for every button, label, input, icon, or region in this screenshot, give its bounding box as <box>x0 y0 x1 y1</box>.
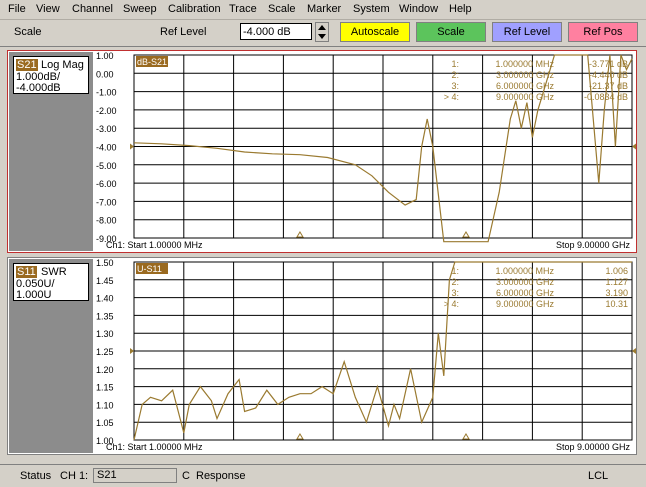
y-tick-label: 1.10 <box>96 400 114 410</box>
marker-id: 1: <box>451 59 459 69</box>
trace-info-box[interactable]: S21 Log Mag 1.000dB/ -4.000dB <box>13 56 89 94</box>
y-tick-label: 1.25 <box>96 347 114 357</box>
marker-value: 10.31 <box>605 299 628 309</box>
marker-value: 3.190 <box>605 288 628 298</box>
ref-pos-button[interactable]: Ref Pos <box>568 22 638 42</box>
marker-id: > 4: <box>444 92 459 102</box>
menu-file[interactable]: File <box>8 3 26 15</box>
trace-ref: 1.000U <box>16 289 52 301</box>
trace-title: U-S11 <box>137 264 162 274</box>
toolbar: Scale Ref Level Autoscale Scale Ref Leve… <box>0 20 646 47</box>
marker-freq: 3.000000 GHz <box>496 277 555 287</box>
ref-arrow-right <box>632 143 636 150</box>
status-response: Response <box>196 470 246 482</box>
toolbar-title: Scale <box>14 26 42 38</box>
ref-level-spinner[interactable] <box>315 22 329 42</box>
marker-value: 1.127 <box>605 277 628 287</box>
ref-level-input[interactable] <box>240 23 312 40</box>
status-bar: Status CH 1: S21 C Response LCL <box>0 464 646 487</box>
chart-panel-s21[interactable]: S21 Log Mag 1.000dB/ -4.000dB 1.00 0.00 -1… <box>7 50 637 253</box>
marker-value: -21.37 dB <box>589 81 628 91</box>
trace-title: dB-S21 <box>137 57 167 67</box>
marker-freq: 9.000000 GHz <box>496 92 555 102</box>
status-channel: CH 1: <box>60 470 89 482</box>
y-tick-label: -7.00 <box>96 197 117 207</box>
menu-view[interactable]: View <box>36 3 60 15</box>
y-tick-label: 1.15 <box>96 383 114 393</box>
y-tick-label: 0.00 <box>96 69 114 79</box>
spin-down-icon[interactable] <box>318 34 326 39</box>
start-label: Ch1: Start 1.00000 MHz <box>106 240 203 250</box>
trace-tag: S21 <box>16 59 38 71</box>
y-tick-label: -8.00 <box>96 216 117 226</box>
y-tick-label: -3.00 <box>96 124 117 134</box>
marker-freq: 1.000000 MHz <box>495 59 554 69</box>
ref-level-label: Ref Level <box>160 26 207 38</box>
marker-id: 3: <box>451 81 459 91</box>
menu-marker[interactable]: Marker <box>307 3 341 15</box>
marker-freq: 9.000000 GHz <box>496 299 555 309</box>
marker-value: 1.006 <box>605 266 628 276</box>
y-tick-label: 1.30 <box>96 329 114 339</box>
y-tick-label: -4.00 <box>96 143 117 153</box>
menu-channel[interactable]: Channel <box>72 3 113 15</box>
status-mode: C <box>182 470 190 482</box>
status-trace-box[interactable]: S21 <box>93 468 177 483</box>
trace-format: SWR <box>41 266 67 278</box>
ref-arrow-right <box>632 348 636 354</box>
chart-panel-s11[interactable]: S11 SWR 0.050U/ 1.000U 1.50 1.45 1.40 1.35 1… <box>7 257 637 455</box>
stop-label: Stop 9.00000 GHz <box>556 240 631 250</box>
marker-freq: 1.000000 MHz <box>495 266 554 276</box>
y-tick-label: 1.05 <box>96 418 114 428</box>
y-tick-label: -2.00 <box>96 106 117 116</box>
menu-trace[interactable]: Trace <box>229 3 257 15</box>
menu-system[interactable]: System <box>353 3 390 15</box>
menu-scale[interactable]: Scale <box>268 3 296 15</box>
autoscale-button[interactable]: Autoscale <box>340 22 410 42</box>
trace-info-box[interactable]: S11 SWR 0.050U/ 1.000U <box>13 263 89 301</box>
marker-id: > 4: <box>444 299 459 309</box>
y-tick-label: 1.45 <box>96 276 114 286</box>
y-tick-label: 1.20 <box>96 365 114 375</box>
trace-ref: -4.000dB <box>16 82 61 94</box>
menu-window[interactable]: Window <box>399 3 438 15</box>
s21-plot[interactable]: 1.00 0.00 -1.00 -2.00 -3.00 -4.00 -5.00 -6.00 -7… <box>94 51 636 252</box>
menu-sweep[interactable]: Sweep <box>123 3 157 15</box>
marker-id: 3: <box>451 288 459 298</box>
trace-format: Log Mag <box>41 59 84 71</box>
marker-freq: 6.000000 GHz <box>496 288 555 298</box>
spin-up-icon[interactable] <box>318 25 326 30</box>
status-label: Status <box>20 470 52 482</box>
s11-plot[interactable]: 1.50 1.45 1.40 1.35 1.30 1.25 1.20 1.15 1.10 1.05… <box>94 258 636 454</box>
ref-arrow-left <box>130 348 134 354</box>
marker-freq: 3.000000 GHz <box>496 70 555 80</box>
ref-level-button[interactable]: Ref Level <box>492 22 562 42</box>
y-tick-label: 1.50 <box>96 258 114 268</box>
ref-arrow-left <box>130 143 134 150</box>
y-tick-label: 1.40 <box>96 294 114 304</box>
trace-tag: S11 <box>16 266 37 278</box>
status-lcl: LCL <box>588 470 609 482</box>
stop-label: Stop 9.00000 GHz <box>556 442 631 452</box>
menu-bar: File View Channel Sweep Calibration Trac… <box>0 0 646 20</box>
trace-sidebar: S11 SWR 0.050U/ 1.000U <box>9 259 93 453</box>
menu-calibration[interactable]: Calibration <box>168 3 221 15</box>
start-label: Ch1: Start 1.00000 MHz <box>106 442 203 452</box>
y-tick-label: -6.00 <box>96 179 117 189</box>
scale-button[interactable]: Scale <box>416 22 486 42</box>
y-tick-label: -1.00 <box>96 88 117 98</box>
y-tick-label: -5.00 <box>96 161 117 171</box>
y-tick-label: 1.00 <box>96 51 114 61</box>
y-tick-label: 1.35 <box>96 311 114 321</box>
trace-sidebar: S21 Log Mag 1.000dB/ -4.000dB <box>9 52 93 251</box>
menu-help[interactable]: Help <box>449 3 472 15</box>
marker-id: 2: <box>451 70 459 80</box>
marker-id: 2: <box>451 277 459 287</box>
